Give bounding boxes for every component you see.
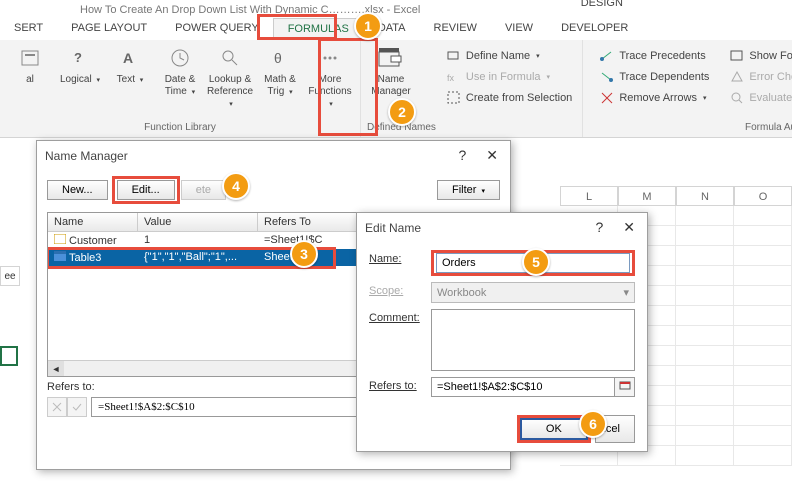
dialog-title: Edit Name: [365, 221, 421, 235]
scope-select: Workbook▾: [431, 282, 635, 303]
selection-icon: [446, 90, 462, 106]
defined-name-icon: [54, 234, 66, 244]
callout-badge-6: 6: [579, 410, 607, 438]
tag-icon: [446, 48, 462, 64]
refers-to-label: Refers to:: [47, 381, 95, 393]
trace-prec-icon: [599, 48, 615, 64]
btn-trace-precedents[interactable]: Trace Precedents: [595, 46, 713, 66]
col-header[interactable]: N: [676, 186, 734, 206]
error-icon: [729, 69, 745, 85]
dialog-titlebar[interactable]: Name Manager ? ✕: [37, 141, 510, 170]
svg-text:fx: fx: [447, 73, 455, 83]
ok-button[interactable]: OK: [520, 418, 588, 440]
btn-date-time[interactable]: Date & Time ▾: [156, 42, 204, 112]
tab-view[interactable]: VIEW: [491, 18, 547, 38]
delete-button[interactable]: ete: [181, 180, 226, 200]
nm-toolbar: New... Edit... ete Filter ▾: [47, 176, 500, 204]
close-icon[interactable]: ✕: [619, 219, 639, 236]
comment-label: Comment:: [369, 309, 431, 324]
fx-icon: fx: [446, 69, 462, 85]
btn-logical[interactable]: ?Logical ▾: [56, 42, 104, 112]
btn-define-name[interactable]: Define Name ▾: [442, 46, 576, 66]
table-icon: [54, 251, 66, 261]
scope-label: Scope:: [369, 282, 431, 297]
group-function-library: al ?Logical ▾ AText ▾ Date & Time ▾ Look…: [0, 40, 361, 137]
dialog-titlebar[interactable]: Edit Name ? ✕: [357, 213, 647, 242]
group-label-formula-auditing: Formula Auditing: [719, 120, 792, 135]
refers-to-input[interactable]: [431, 377, 615, 397]
collapse-dialog-icon[interactable]: [615, 377, 635, 397]
logical-icon: ?: [66, 44, 94, 72]
btn-remove-arrows[interactable]: Remove Arrows ▾: [595, 88, 713, 108]
btn-error-checking[interactable]: Error Checking ▾: [725, 67, 792, 87]
group-formula-auditing: Trace Precedents Trace Dependents Remove…: [583, 40, 792, 137]
btn-math-trig[interactable]: θMath & Trig ▾: [256, 42, 304, 112]
btn-more-functions[interactable]: More Functions ▾: [306, 42, 354, 112]
svg-text:θ: θ: [274, 50, 282, 66]
help-icon[interactable]: ?: [454, 147, 470, 164]
remove-arrows-icon: [599, 90, 615, 106]
tab-page-layout[interactable]: PAGE LAYOUT: [57, 18, 161, 38]
ribbon-tabs: SERT PAGE LAYOUT POWER QUERY FORMULAS DA…: [0, 16, 792, 40]
callout-badge-3: 3: [290, 240, 318, 268]
refers-to-label: Refers to:: [369, 377, 431, 392]
btn-lookup-reference[interactable]: Lookup & Reference ▾: [206, 42, 254, 112]
theta-icon: θ: [266, 44, 294, 72]
chevron-down-icon: ▾: [623, 286, 629, 299]
col-header[interactable]: O: [734, 186, 792, 206]
group-label-fn-lib: Function Library: [6, 120, 354, 135]
new-button[interactable]: New...: [47, 180, 108, 200]
confirm-edit-icon[interactable]: [67, 397, 87, 417]
text-icon: A: [116, 44, 144, 72]
filter-button[interactable]: Filter ▾: [437, 180, 500, 200]
cancel-edit-icon[interactable]: [47, 397, 67, 417]
show-formulas-icon: [729, 48, 745, 64]
close-icon[interactable]: ✕: [482, 147, 502, 164]
callout-badge-5: 5: [522, 248, 550, 276]
name-manager-icon: [377, 44, 405, 72]
callout-badge-1: 1: [354, 12, 382, 40]
lookup-icon: [216, 44, 244, 72]
svg-text:?: ?: [74, 50, 82, 65]
btn-show-formulas[interactable]: Show Formulas: [725, 46, 792, 66]
tab-review[interactable]: REVIEW: [420, 18, 491, 38]
col-value[interactable]: Value: [138, 213, 258, 231]
callout-badge-4: 4: [222, 172, 250, 200]
btn-text[interactable]: AText ▾: [106, 42, 154, 112]
tab-developer[interactable]: DEVELOPER: [547, 18, 642, 38]
evaluate-icon: [729, 90, 745, 106]
col-header[interactable]: L: [560, 186, 618, 206]
name-label: Name:: [369, 250, 431, 265]
tab-formulas[interactable]: FORMULAS: [273, 18, 364, 39]
btn-evaluate-formula[interactable]: Evaluate Formula: [725, 88, 792, 108]
col-header[interactable]: M: [618, 186, 676, 206]
financial-icon: [16, 44, 44, 72]
comment-input[interactable]: [431, 309, 635, 371]
column-headers: L M N O: [560, 186, 792, 206]
tab-design[interactable]: DESIGN: [563, 0, 650, 13]
callout-badge-2: 2: [388, 98, 416, 126]
trace-dep-icon: [599, 69, 615, 85]
btn-create-from-selection[interactable]: Create from Selection: [442, 88, 576, 108]
window-title: How To Create An Drop Down List With Dyn…: [0, 0, 792, 16]
partial-column: ee: [0, 266, 20, 286]
btn-use-in-formula[interactable]: fxUse in Formula ▾: [442, 67, 576, 87]
edit-button[interactable]: Edit...: [117, 180, 175, 200]
tab-power-query[interactable]: POWER QUERY: [161, 18, 273, 38]
more-icon: [316, 44, 344, 72]
help-icon[interactable]: ?: [591, 219, 607, 236]
col-name[interactable]: Name: [48, 213, 138, 231]
table-tools-group: TABLE TOOLS DESIGN: [563, 0, 650, 13]
scroll-left-icon[interactable]: ◄: [48, 361, 64, 377]
svg-text:A: A: [123, 50, 133, 66]
dialog-title: Name Manager: [45, 149, 128, 163]
btn-financial[interactable]: al: [6, 42, 54, 112]
btn-trace-dependents[interactable]: Trace Dependents: [595, 67, 713, 87]
clock-icon: [166, 44, 194, 72]
tab-insert[interactable]: SERT: [0, 18, 57, 38]
cell[interactable]: ee: [0, 266, 20, 286]
selected-cell[interactable]: [0, 346, 18, 366]
btn-name-manager[interactable]: Name Manager: [367, 42, 415, 100]
callout-highlight-edit: Edit...: [112, 176, 180, 204]
